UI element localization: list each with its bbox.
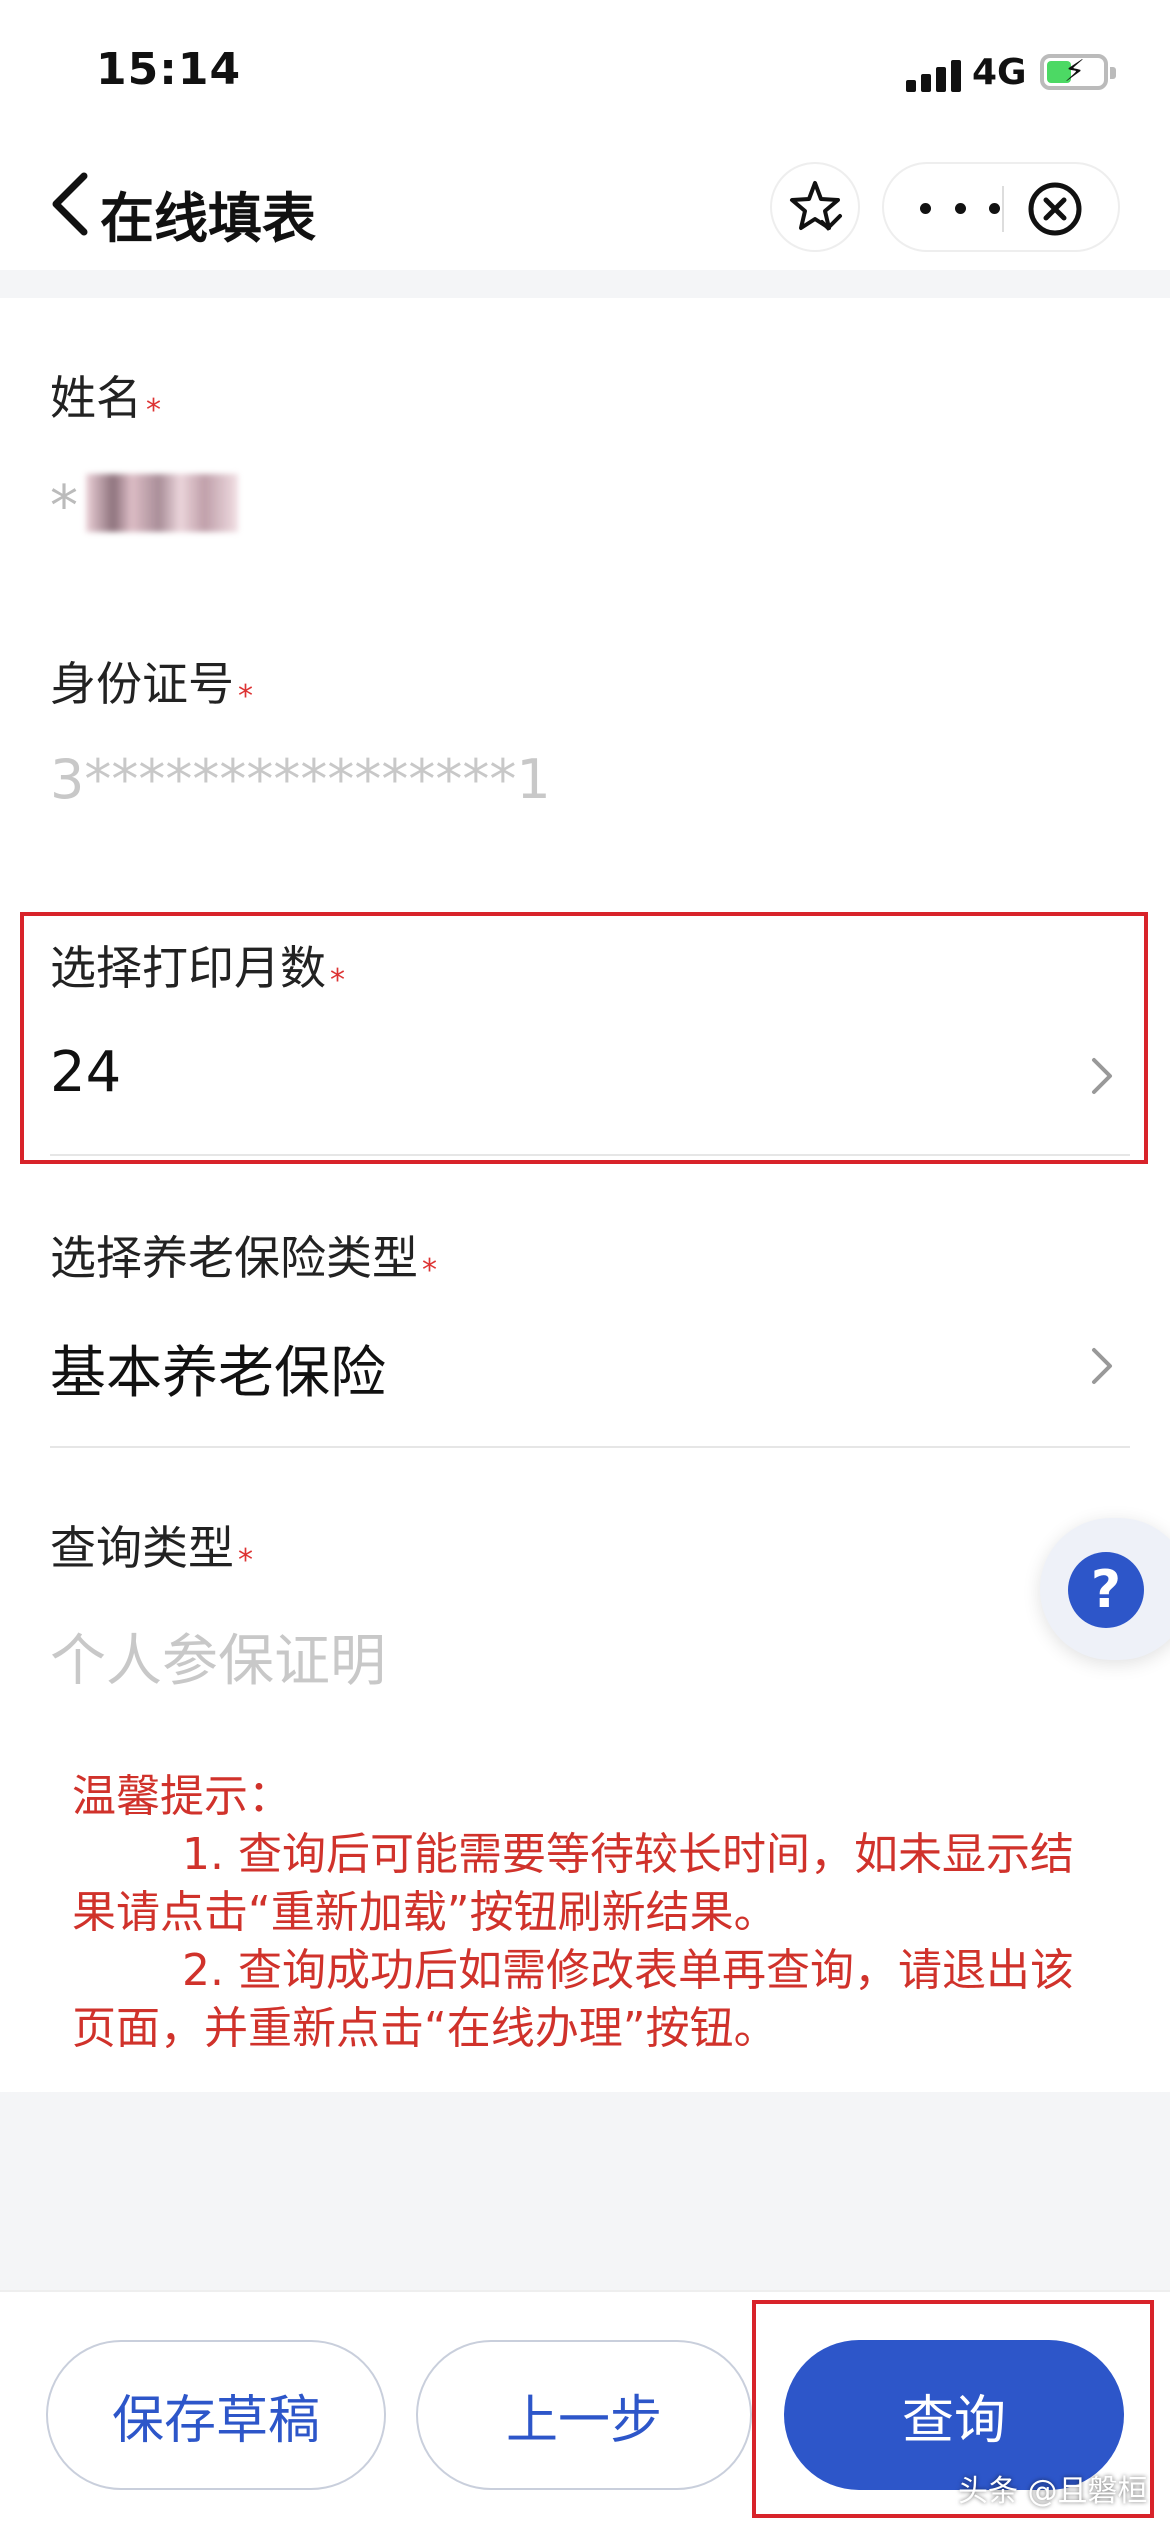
save-draft-button[interactable]: 保存草稿 bbox=[46, 2340, 386, 2490]
id-number-label: 身份证号 * bbox=[50, 657, 253, 714]
chevron-left-icon bbox=[52, 172, 88, 236]
annotation-box-months bbox=[20, 912, 1148, 1164]
id-number-value: 3****************1 bbox=[50, 748, 551, 811]
tips-line-1: 1. 查询后可能需要等待较长时间，如未显示结果请点击“重新加载”按钮刷新结果。 bbox=[72, 1829, 1074, 1938]
required-mark: * bbox=[146, 393, 161, 428]
query-type-value: 个人参保证明 bbox=[50, 1629, 386, 1694]
insurance-type-label: 选择养老保险类型 * bbox=[50, 1231, 437, 1288]
nav-bar: 在线填表 bbox=[0, 140, 1170, 270]
query-type-field[interactable]: 查询类型 * 个人参保证明 bbox=[50, 1512, 1130, 1712]
help-icon: ? bbox=[1068, 1552, 1144, 1628]
header-divider bbox=[0, 270, 1170, 298]
required-mark: * bbox=[238, 1543, 253, 1578]
status-time: 15:14 bbox=[96, 44, 242, 95]
chevron-right-icon bbox=[1092, 1348, 1112, 1384]
tips-block: 温馨提示： 1. 查询后可能需要等待较长时间，如未显示结果请点击“重新加载”按钮… bbox=[72, 1768, 1112, 2058]
star-check-icon bbox=[790, 181, 842, 231]
query-type-label: 查询类型 * bbox=[50, 1521, 253, 1578]
tips-line-2: 2. 查询成功后如需修改表单再查询，请退出该页面，并重新点击“在线办理”按钮。 bbox=[72, 1945, 1074, 2054]
signal-icon bbox=[906, 58, 962, 92]
name-value-masked: * bbox=[50, 474, 250, 539]
required-mark: * bbox=[422, 1253, 437, 1288]
content-spacer bbox=[0, 2092, 1170, 2290]
more-button[interactable] bbox=[920, 186, 1000, 230]
watermark: 头条 @且磐桓 bbox=[958, 2474, 1148, 2509]
close-circle-icon bbox=[1028, 182, 1082, 236]
help-button[interactable]: ? bbox=[1040, 1518, 1170, 1660]
id-number-field[interactable]: 身份证号 * 3****************1 bbox=[50, 648, 1130, 828]
required-mark: * bbox=[238, 679, 253, 714]
insurance-type-select[interactable]: 选择养老保险类型 * 基本养老保险 bbox=[50, 1222, 1130, 1442]
status-bar: 15:14 4G ⚡ bbox=[0, 0, 1170, 140]
page-title: 在线填表 bbox=[100, 187, 316, 250]
favorite-button[interactable] bbox=[770, 162, 860, 252]
back-button[interactable] bbox=[44, 164, 100, 244]
network-type: 4G bbox=[972, 52, 1027, 93]
close-button[interactable] bbox=[1026, 180, 1084, 238]
previous-step-button[interactable]: 上一步 bbox=[416, 2340, 752, 2490]
insurance-type-value: 基本养老保险 bbox=[50, 1341, 386, 1406]
name-field[interactable]: 姓名 * * bbox=[50, 362, 1130, 562]
divider bbox=[50, 1446, 1130, 1448]
battery-icon: ⚡ bbox=[1040, 54, 1116, 90]
mini-program-capsule bbox=[882, 162, 1120, 252]
name-label: 姓名 * bbox=[50, 371, 161, 428]
tips-title: 温馨提示： bbox=[72, 1771, 292, 1822]
